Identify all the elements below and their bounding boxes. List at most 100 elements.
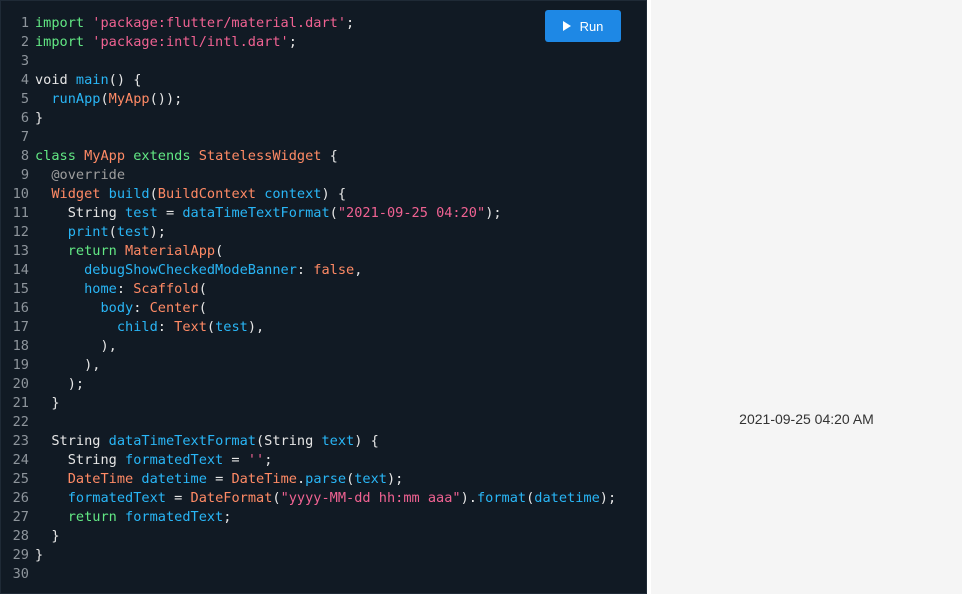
code-line[interactable]: 4 void main() { <box>1 71 646 90</box>
code-token: ) { <box>354 433 379 449</box>
code-line[interactable]: 7 <box>1 128 646 147</box>
code-line[interactable]: 18 ), <box>1 337 646 356</box>
code-token: return <box>35 509 126 525</box>
code-token: ); <box>387 471 404 487</box>
code-line[interactable]: 16 body: Center( <box>1 299 646 318</box>
code-token: text <box>354 471 387 487</box>
code-token: ); <box>485 205 502 221</box>
code-token: ( <box>108 224 117 240</box>
code-line[interactable]: 6} <box>1 109 646 128</box>
code-token: format <box>477 490 527 506</box>
code-token: String <box>35 433 109 449</box>
code-token: : <box>157 319 175 335</box>
code-token: return <box>35 243 126 259</box>
code-line[interactable]: 20 ); <box>1 375 646 394</box>
code-text: DateTime datetime = DateTime.parse(text)… <box>35 470 404 489</box>
line-number: 4 <box>20 72 29 88</box>
line-number: 10 <box>12 186 29 202</box>
code-line[interactable]: 25 DateTime datetime = DateTime.parse(te… <box>1 470 646 489</box>
code-token: ; <box>288 34 297 50</box>
line-number: 16 <box>12 300 29 316</box>
code-text: print(test); <box>35 223 166 242</box>
code-line[interactable]: 12 print(test); <box>1 223 646 242</box>
code-token: parse <box>305 471 347 487</box>
code-line[interactable]: 15 home: Scaffold( <box>1 280 646 299</box>
code-token: '' <box>247 452 265 468</box>
code-token: DateFormat <box>190 490 273 506</box>
code-token: } <box>35 528 60 544</box>
code-editor[interactable]: 1 import 'package:flutter/material.dart';… <box>0 0 647 594</box>
code-line[interactable]: 19 ), <box>1 356 646 375</box>
code-line[interactable]: 9 @override <box>1 166 646 185</box>
code-token: ( <box>272 490 281 506</box>
line-number: 13 <box>12 243 29 259</box>
code-token: () { <box>108 72 142 88</box>
output-text: 2021-09-25 04:20 AM <box>739 411 874 427</box>
line-number: 26 <box>12 490 29 506</box>
code-line[interactable]: 3 <box>1 52 646 71</box>
code-token: dataTimeTextFormat <box>108 433 256 449</box>
code-line[interactable]: 14 debugShowCheckedModeBanner: false, <box>1 261 646 280</box>
code-token: build <box>108 186 150 202</box>
code-line[interactable]: 22 <box>1 413 646 432</box>
code-token: : <box>133 300 150 316</box>
code-line[interactable]: 13 return MaterialApp( <box>1 242 646 261</box>
code-token: 'package:flutter/material.dart' <box>92 15 347 31</box>
code-token: String <box>35 452 126 468</box>
code-line[interactable]: 28 } <box>1 527 646 546</box>
code-token: runApp <box>51 91 101 107</box>
code-text: return formatedText; <box>35 508 232 527</box>
code-token: datetime <box>534 490 600 506</box>
run-button-label: Run <box>579 18 604 34</box>
code-token: . <box>296 471 306 487</box>
code-token: ( <box>206 319 216 335</box>
line-number: 27 <box>12 509 29 525</box>
code-text: String test = dataTimeTextFormat("2021-0… <box>35 204 502 223</box>
line-number: 30 <box>12 566 29 582</box>
code-text: home: Scaffold( <box>35 280 207 299</box>
code-line[interactable]: 30 <box>1 565 646 584</box>
code-line[interactable]: 11 String test = dataTimeTextFormat("202… <box>1 204 646 223</box>
code-line[interactable]: 8 class MyApp extends StatelessWidget { <box>1 147 646 166</box>
code-line[interactable]: 21 } <box>1 394 646 413</box>
line-number: 15 <box>12 281 29 297</box>
code-text: ), <box>35 356 100 375</box>
code-token: = <box>206 471 232 487</box>
line-number: 5 <box>20 91 29 107</box>
code-line[interactable]: 10 Widget build(BuildContext context) { <box>1 185 646 204</box>
line-number: 12 <box>12 224 29 240</box>
code-token: ( <box>329 205 338 221</box>
code-token: text <box>321 433 355 449</box>
code-text: ), <box>35 337 116 356</box>
code-text: import 'package:intl/intl.dart'; <box>35 33 297 52</box>
code-text: Widget build(BuildContext context) { <box>35 185 346 204</box>
code-token: ), <box>247 319 265 335</box>
code-token: import <box>35 34 93 50</box>
code-token: DateTime <box>231 471 297 487</box>
code-line[interactable]: 24 String formatedText = ''; <box>1 451 646 470</box>
code-text: } <box>35 527 60 546</box>
code-line[interactable]: 29} <box>1 546 646 565</box>
line-number: 28 <box>12 528 29 544</box>
code-line[interactable]: 17 child: Text(test), <box>1 318 646 337</box>
code-line[interactable]: 26 formatedText = DateFormat("yyyy-MM-dd… <box>1 489 646 508</box>
code-text: String formatedText = ''; <box>35 451 273 470</box>
code-text: } <box>35 109 43 128</box>
code-line[interactable]: 23 String dataTimeTextFormat(String text… <box>1 432 646 451</box>
code-token: DateTime <box>67 471 142 487</box>
code-token: : <box>116 281 134 297</box>
code-token: { <box>321 148 338 164</box>
code-token: ; <box>264 452 273 468</box>
run-button[interactable]: Run <box>545 10 621 42</box>
line-number: 14 <box>12 262 29 278</box>
code-line[interactable]: 27 return formatedText; <box>1 508 646 527</box>
code-line[interactable]: 5 runApp(MyApp()); <box>1 90 646 109</box>
line-number: 3 <box>20 53 29 69</box>
code-text: String dataTimeTextFormat(String text) { <box>35 432 379 451</box>
code-token: formatedText <box>125 509 224 525</box>
code-token: @override <box>35 167 126 183</box>
code-token: ). <box>460 490 477 506</box>
